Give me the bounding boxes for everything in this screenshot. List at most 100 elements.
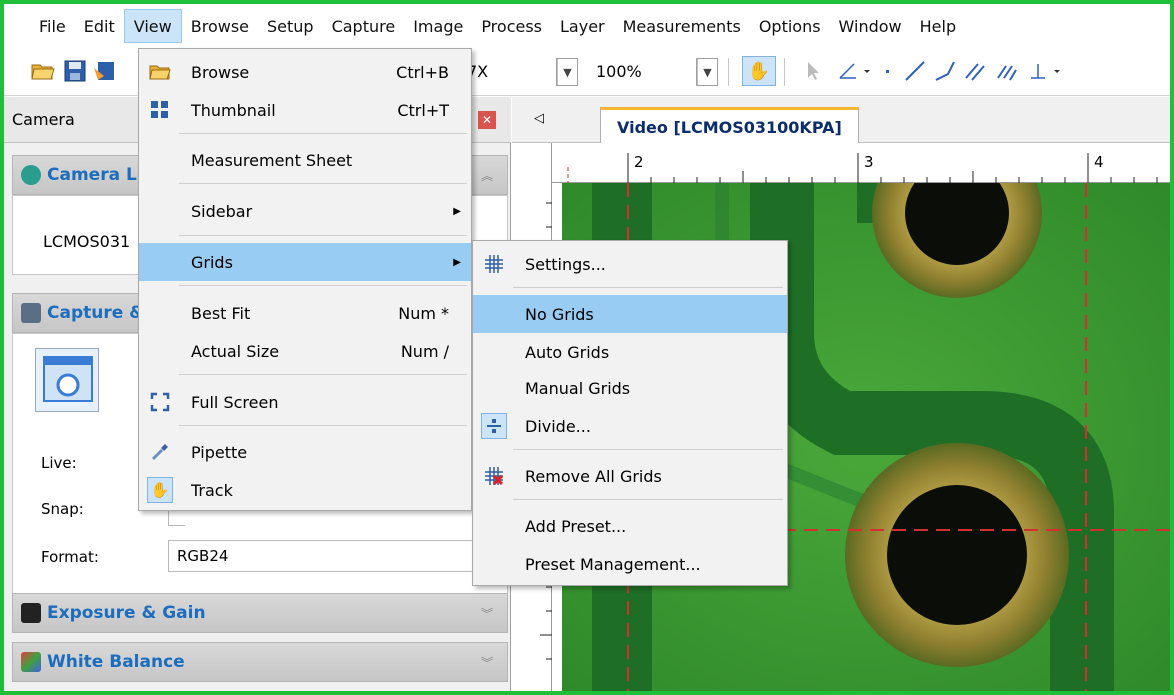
- chevron-down-icon: ︾: [480, 655, 493, 670]
- view-menu: Browse Ctrl+B Thumbnail Ctrl+T Measureme…: [138, 48, 472, 511]
- format-label: Format:: [41, 548, 99, 566]
- menu-image[interactable]: Image: [404, 9, 472, 43]
- live-label: Live:: [41, 454, 77, 472]
- menu-item-auto-grids[interactable]: Auto Grids: [473, 333, 787, 371]
- menu-item-actual-size[interactable]: Actual Size Num /: [139, 332, 471, 370]
- remove-grids-icon: [483, 465, 505, 487]
- menu-item-grids[interactable]: Grids ▶: [139, 243, 471, 281]
- snap-label: Snap:: [41, 500, 84, 518]
- ruler-label-2: 2: [634, 153, 644, 171]
- zoom-percent: 100%: [596, 62, 642, 81]
- ruler-label-3: 3: [864, 153, 874, 171]
- menu-separator: [513, 449, 783, 450]
- exposure-gain-header[interactable]: Exposure & Gain ︾: [12, 593, 508, 633]
- grid-settings-icon: [483, 253, 505, 275]
- perpendicular-tool-icon[interactable]: [1028, 58, 1068, 84]
- menu-help[interactable]: Help: [911, 9, 965, 43]
- menu-item-pipette[interactable]: Pipette: [139, 433, 471, 471]
- submenu-arrow-icon: ▶: [453, 205, 461, 217]
- point-tool-icon[interactable]: [882, 58, 894, 84]
- thumbnail-icon: [149, 99, 171, 121]
- menu-item-divide[interactable]: Divide...: [473, 407, 787, 445]
- zoom-dropdown-1[interactable]: ▼: [556, 58, 578, 86]
- menu-item-add-preset[interactable]: Add Preset...: [473, 507, 787, 545]
- toolbar-separator: [728, 58, 729, 86]
- line-tool-icon[interactable]: [902, 58, 928, 84]
- chevron-down-icon: ▼: [557, 59, 577, 85]
- menu-item-browse[interactable]: Browse Ctrl+B: [139, 53, 471, 91]
- exposure-label: Exposure & Gain: [47, 603, 206, 623]
- ruler-label-4: 4: [1094, 153, 1104, 171]
- format-value: RGB24: [177, 547, 229, 565]
- chevron-down-icon: ︾: [480, 606, 493, 621]
- menu-setup[interactable]: Setup: [258, 9, 323, 43]
- menu-item-sidebar[interactable]: Sidebar ▶: [139, 192, 471, 230]
- open-folder-icon[interactable]: [30, 58, 56, 84]
- menu-measurements[interactable]: Measurements: [614, 9, 750, 43]
- polyline-tool-icon[interactable]: [932, 58, 958, 84]
- camera-list-label: Camera L: [47, 165, 137, 185]
- select-arrow-icon[interactable]: [800, 58, 826, 84]
- chevron-down-icon: ▼: [697, 59, 717, 85]
- camera-name[interactable]: LCMOS031: [43, 232, 130, 251]
- snap-button[interactable]: [35, 348, 99, 412]
- menu-item-remove-all-grids[interactable]: Remove All Grids: [473, 457, 787, 495]
- tab-scroll-left-icon[interactable]: ◁: [534, 111, 544, 126]
- format-select[interactable]: RGB24 ⌄: [168, 540, 488, 572]
- menu-process[interactable]: Process: [472, 9, 551, 43]
- menu-browse[interactable]: Browse: [182, 9, 258, 43]
- close-icon[interactable]: ✕: [478, 111, 496, 129]
- chevron-up-icon: ︽: [480, 168, 493, 183]
- menu-item-measurement-sheet[interactable]: Measurement Sheet: [139, 141, 471, 179]
- menu-item-no-grids[interactable]: No Grids: [473, 295, 787, 333]
- save-icon[interactable]: [62, 58, 88, 84]
- menu-item-best-fit[interactable]: Best Fit Num *: [139, 294, 471, 332]
- camera-icon: [21, 165, 41, 185]
- menu-separator: [179, 374, 467, 375]
- menu-separator: [179, 235, 467, 236]
- toolbar-separator: [784, 58, 785, 86]
- menu-item-full-screen[interactable]: Full Screen: [139, 383, 471, 421]
- menu-file[interactable]: File: [30, 9, 75, 43]
- menu-separator: [513, 499, 783, 500]
- menu-separator: [179, 425, 467, 426]
- menu-window[interactable]: Window: [830, 9, 911, 43]
- menu-item-grid-settings[interactable]: Settings...: [473, 245, 787, 283]
- menu-item-manual-grids[interactable]: Manual Grids: [473, 369, 787, 407]
- menu-item-track[interactable]: ✋ Track: [139, 471, 471, 509]
- menu-capture[interactable]: Capture: [323, 9, 405, 43]
- snap-camera-icon: [43, 356, 93, 402]
- video-tab[interactable]: Video [LCMOS03100KPA]: [600, 107, 859, 144]
- menu-item-preset-management[interactable]: Preset Management...: [473, 545, 787, 583]
- capture-camera-icon: [21, 303, 41, 323]
- submenu-arrow-icon: ▶: [453, 256, 461, 268]
- menu-layer[interactable]: Layer: [551, 9, 614, 43]
- menu-bar: File Edit View Browse Setup Capture Imag…: [4, 4, 1170, 48]
- zoom-dropdown-2[interactable]: ▼: [696, 58, 718, 86]
- menu-item-thumbnail[interactable]: Thumbnail Ctrl+T: [139, 91, 471, 129]
- divide-icon: [481, 413, 507, 439]
- capture-label: Capture &: [47, 303, 145, 323]
- document-tabbar: ◁ Video [LCMOS03100KPA]: [512, 97, 1170, 144]
- parallel-lines-tool-icon[interactable]: [994, 58, 1020, 84]
- grids-submenu: Settings... No Grids Auto Grids Manual G…: [472, 240, 788, 586]
- menu-separator: [179, 285, 467, 286]
- menu-view[interactable]: View: [123, 9, 182, 43]
- hand-tool-icon[interactable]: ✋: [742, 56, 776, 86]
- parallel-tool-icon[interactable]: [962, 58, 988, 84]
- menu-separator: [513, 287, 783, 288]
- menu-separator: [179, 133, 467, 134]
- hand-icon: ✋: [147, 477, 173, 503]
- menu-separator: [179, 183, 467, 184]
- pipette-icon: [149, 441, 171, 463]
- folder-icon: [149, 61, 171, 83]
- white-balance-label: White Balance: [47, 652, 185, 672]
- batch-save-icon[interactable]: [92, 58, 118, 84]
- white-balance-icon: [21, 652, 41, 672]
- menu-options[interactable]: Options: [750, 9, 830, 43]
- white-balance-header[interactable]: White Balance ︾: [12, 642, 508, 682]
- menu-edit[interactable]: Edit: [75, 9, 124, 43]
- angle-tool-icon[interactable]: [836, 58, 876, 84]
- fullscreen-icon: [149, 391, 171, 413]
- exposure-icon: [21, 603, 41, 623]
